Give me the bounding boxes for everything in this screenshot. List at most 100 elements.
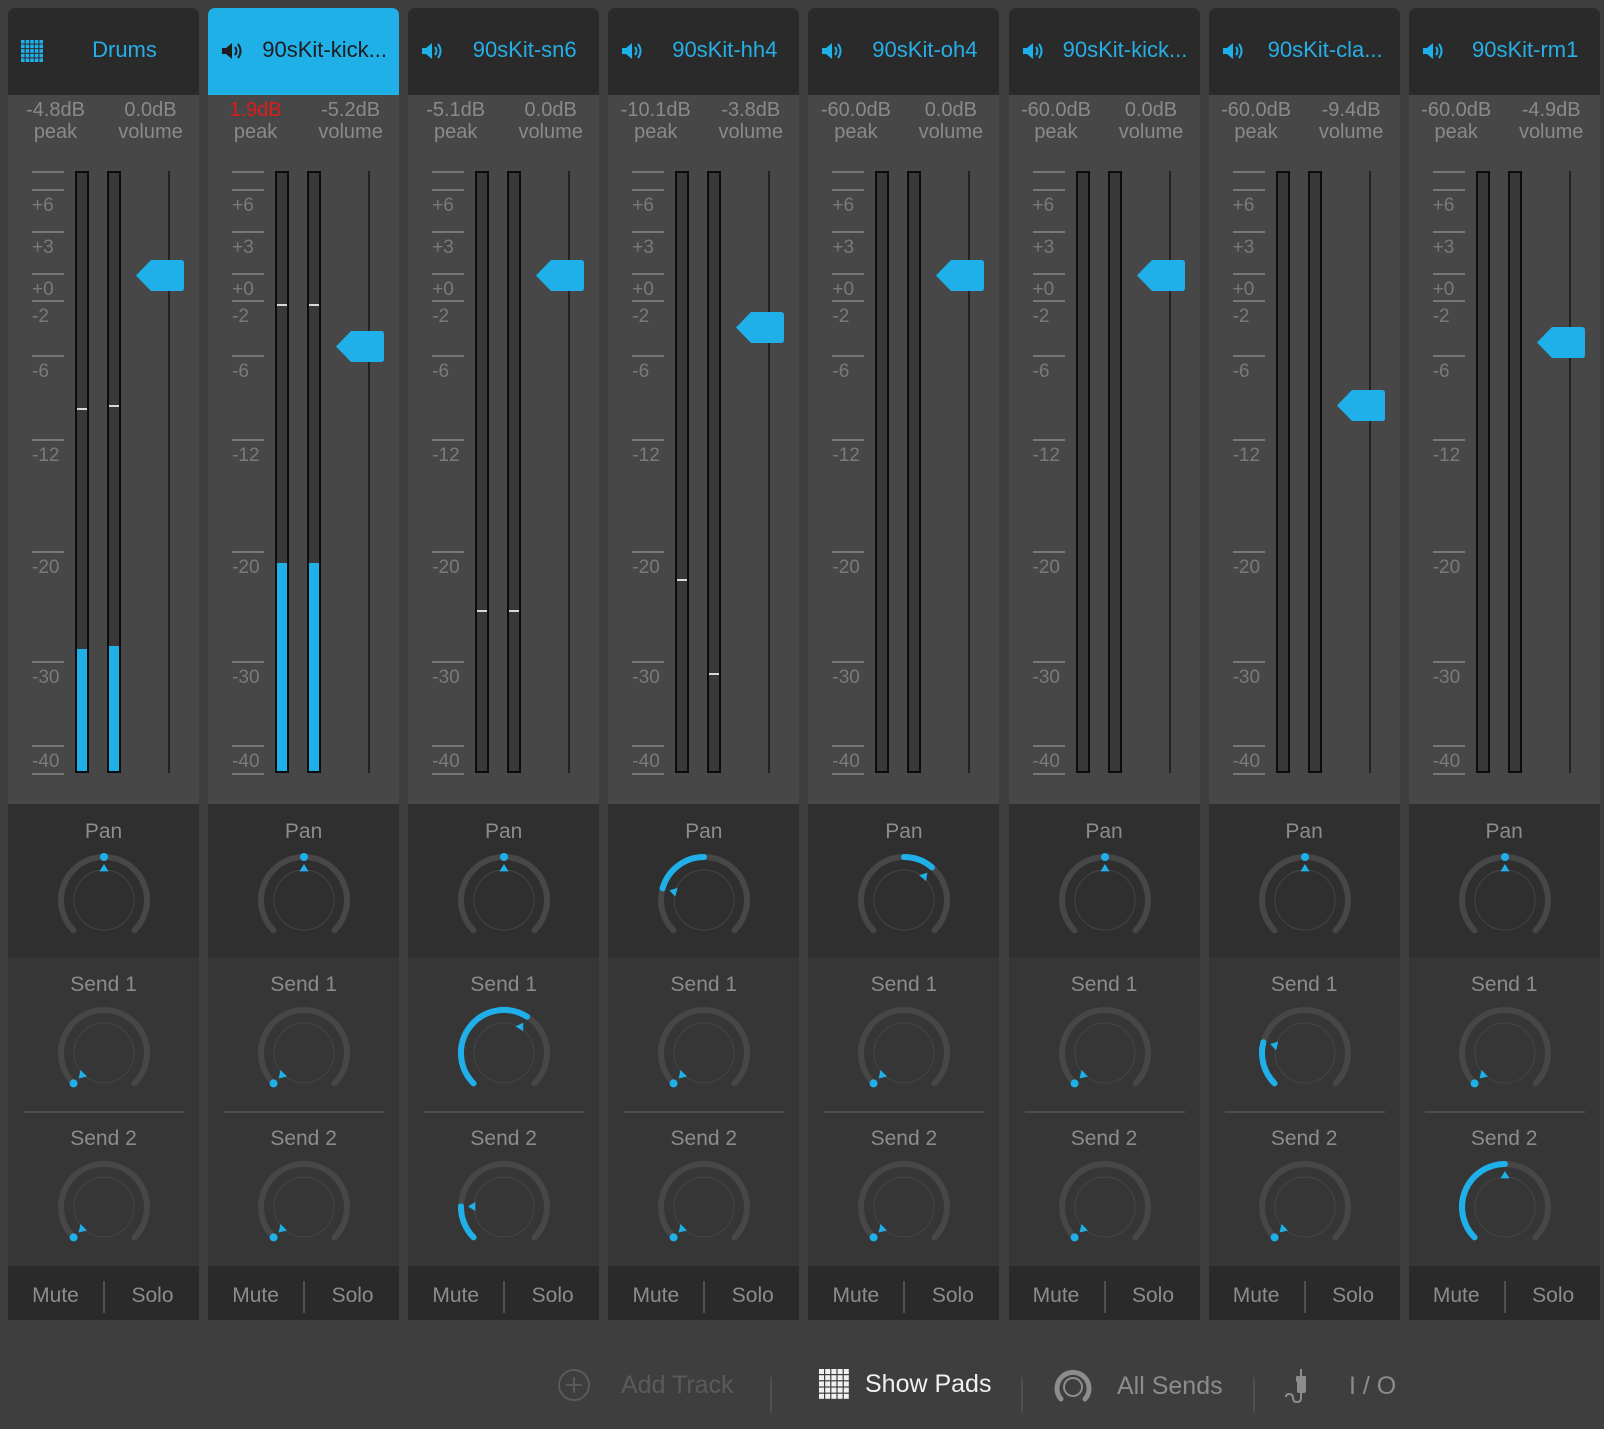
send1-knob[interactable] — [1457, 1005, 1553, 1101]
track-header[interactable]: 90sKit-rm1 — [1408, 8, 1600, 95]
scale-label: +0 — [1032, 279, 1055, 300]
send1-knob[interactable] — [256, 1005, 352, 1101]
fader-track[interactable] — [768, 171, 771, 773]
mute-button[interactable]: Mute — [808, 1284, 903, 1308]
peak-label: peak — [434, 121, 478, 143]
add-track-button[interactable]: Add Track — [557, 1368, 734, 1402]
mute-button[interactable]: Mute — [1009, 1284, 1104, 1308]
scale-tick — [832, 439, 865, 441]
send1-knob[interactable] — [856, 1005, 952, 1101]
meter-bar-right — [107, 171, 121, 773]
mute-button[interactable]: Mute — [408, 1284, 503, 1308]
pan-knob[interactable] — [1457, 852, 1553, 948]
send2-knob[interactable] — [856, 1159, 952, 1255]
volume-fader-handle[interactable] — [1136, 259, 1185, 292]
mute-button[interactable]: Mute — [1409, 1284, 1504, 1308]
meter-bar-left — [875, 171, 890, 773]
scale-tick — [1032, 745, 1065, 747]
volume-label: volume — [118, 121, 183, 143]
send2-knob[interactable] — [1457, 1159, 1553, 1255]
volume-fader-handle[interactable] — [536, 259, 585, 292]
pan-knob[interactable] — [856, 852, 952, 948]
fader-track[interactable] — [1568, 171, 1571, 773]
pan-knob[interactable] — [56, 852, 152, 948]
send1-knob-graphic — [1058, 1007, 1151, 1088]
send2-knob[interactable] — [56, 1159, 152, 1255]
pan-knob[interactable] — [1257, 852, 1353, 948]
sends-section: Send 1 Send 2 — [1208, 957, 1400, 1266]
track-header[interactable]: Drums — [8, 8, 199, 95]
volume-fader-handle[interactable] — [736, 311, 785, 344]
send2-knob[interactable] — [256, 1159, 352, 1255]
send-divider — [24, 1111, 184, 1113]
scale-label: -2 — [832, 306, 850, 327]
knob-track — [1258, 1161, 1351, 1241]
solo-button[interactable]: Solo — [1506, 1284, 1601, 1308]
send2-knob-graphic — [658, 1161, 751, 1242]
mute-button[interactable]: Mute — [8, 1284, 103, 1308]
solo-button[interactable]: Solo — [1306, 1284, 1401, 1308]
solo-button[interactable]: Solo — [505, 1284, 600, 1308]
solo-button[interactable]: Solo — [105, 1284, 200, 1308]
pan-knob[interactable] — [1057, 852, 1153, 948]
scale-label: +0 — [1232, 279, 1255, 300]
track-header[interactable]: 90sKit-kick... — [1008, 8, 1200, 95]
track-header[interactable]: 90sKit-kick... — [208, 8, 400, 95]
scale-tick — [1432, 231, 1465, 233]
scale-tick — [1232, 661, 1265, 663]
meter-bar-right — [1307, 171, 1322, 773]
scale-tick — [1232, 551, 1265, 553]
scale-tick — [1232, 171, 1265, 173]
send2-knob[interactable] — [1257, 1159, 1353, 1255]
knob-value-arc — [1458, 1161, 1508, 1241]
pan-knob[interactable] — [656, 852, 752, 948]
solo-button[interactable]: Solo — [1106, 1284, 1201, 1308]
volume-fader-handle[interactable] — [1536, 326, 1585, 359]
send-divider — [824, 1111, 985, 1113]
fader-track[interactable] — [368, 171, 371, 773]
send1-knob-graphic — [858, 1007, 951, 1088]
solo-button[interactable]: Solo — [705, 1284, 800, 1308]
pan-knob[interactable] — [456, 852, 552, 948]
level-readout: -4.8dB peak 0.0dB volume — [8, 95, 199, 149]
track-header[interactable]: 90sKit-sn6 — [408, 8, 600, 95]
send1-knob[interactable] — [656, 1005, 752, 1101]
send2-label: Send 2 — [270, 1127, 337, 1150]
volume-fader-handle[interactable] — [136, 259, 184, 292]
send2-knob[interactable] — [1057, 1159, 1153, 1255]
scale-tick — [32, 273, 64, 275]
volume-fader-handle[interactable] — [936, 259, 985, 292]
meter-bar-left — [1275, 171, 1290, 773]
volume-value: 0.0dB — [124, 99, 177, 121]
volume-fader-handle[interactable] — [1336, 389, 1385, 422]
mute-button[interactable]: Mute — [1209, 1284, 1304, 1308]
show-pads-button[interactable]: Show Pads — [818, 1368, 991, 1400]
peak-value: -60.0dB — [1421, 99, 1492, 121]
mute-button[interactable]: Mute — [608, 1284, 703, 1308]
send1-knob[interactable] — [1057, 1005, 1153, 1101]
knob-value-arc — [901, 854, 936, 871]
track-header[interactable]: 90sKit-oh4 — [808, 8, 1000, 95]
send1-knob[interactable] — [1257, 1005, 1353, 1101]
pan-label: Pan — [685, 820, 723, 843]
io-button[interactable]: I / O — [1285, 1368, 1396, 1404]
track-header[interactable]: 90sKit-cla... — [1208, 8, 1400, 95]
solo-button[interactable]: Solo — [905, 1284, 1000, 1308]
track-header[interactable]: 90sKit-hh4 — [608, 8, 800, 95]
send1-knob[interactable] — [456, 1005, 552, 1101]
knob-icon — [1054, 1369, 1092, 1402]
all-sends-button[interactable]: All Sends — [1053, 1368, 1223, 1404]
volume-readout: 0.0dB volume — [503, 99, 598, 143]
send2-knob[interactable] — [456, 1159, 552, 1255]
pan-knob[interactable] — [256, 852, 352, 948]
fader-track[interactable] — [1368, 171, 1371, 773]
send2-knob[interactable] — [656, 1159, 752, 1255]
pan-section: Pan — [808, 804, 1000, 957]
level-readout: -10.1dB peak -3.8dB volume — [608, 95, 800, 149]
solo-button[interactable]: Solo — [305, 1284, 400, 1308]
volume-fader-handle[interactable] — [336, 330, 385, 363]
mute-button[interactable]: Mute — [208, 1284, 303, 1308]
volume-value: -3.8dB — [721, 99, 781, 121]
send1-knob[interactable] — [56, 1005, 152, 1101]
volume-readout: -4.9dB volume — [1504, 99, 1599, 143]
